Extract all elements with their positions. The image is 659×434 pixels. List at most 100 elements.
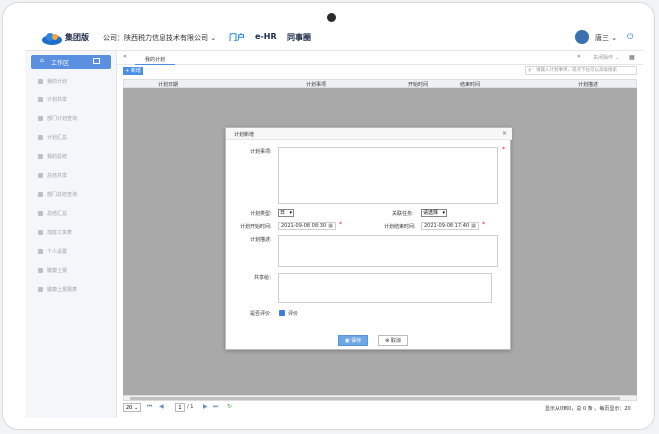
sidebar-item-label: 键康上报报表 (47, 287, 78, 293)
search-icon: ⚲ (528, 68, 532, 74)
save-icon: ▣ (344, 338, 350, 344)
column-header[interactable]: 结束时间 (460, 81, 480, 88)
required-mark: * (482, 221, 485, 228)
end-time-field[interactable]: 2021-09-08 17:40 ▦ (421, 222, 479, 230)
required-mark: * (339, 221, 342, 228)
sidebar-item-label: 我的计划 (47, 79, 68, 85)
sidebar-item-label: 计划汇总 (47, 135, 68, 141)
nav-ehr[interactable]: e-HR (255, 32, 277, 41)
cancel-label: 取消 (390, 338, 401, 344)
nav-portal[interactable]: 门户 (229, 32, 245, 43)
plan-type-label: 计划类型: (250, 211, 272, 217)
page-number-input[interactable]: 1 (175, 403, 185, 412)
user-menu[interactable]: 唐三 ⌄ (595, 33, 617, 43)
evaluate-checkbox-label: 评价 (288, 311, 299, 317)
close-operations-menu[interactable]: 关闭操作 ⌄ (593, 54, 619, 61)
sidebar-item-report-summary[interactable]: 总结汇总 (31, 209, 111, 221)
prev-page-icon[interactable]: ◀ (159, 403, 164, 410)
dialog-title: 计划新增 (234, 132, 255, 138)
sidebar-item-report-share[interactable]: 总结共享 (31, 171, 111, 183)
plan-type-select[interactable]: 日 ▾ (278, 209, 294, 217)
company-name: 陕西税力信息技术有限公司 (124, 34, 208, 42)
related-task-select[interactable]: 请选择 ▾ (421, 209, 447, 217)
sidebar-item-workspace[interactable]: ⌂ 工作区 (31, 55, 111, 69)
home-icon: ⌂ (40, 57, 44, 64)
next-page-icon[interactable]: ▶ (203, 403, 208, 410)
top-header: 集团版 公司：陕西税力信息技术有限公司 ⌄ 门户 e-HR 同事圈 唐三 ⌄ ⏻ (25, 27, 643, 51)
company-prefix: 公司： (103, 34, 124, 42)
sidebar-item-dept-report[interactable]: 部门总结查询 (31, 190, 111, 202)
tab-bar: « 我的计划 » 关闭操作 ⌄ ▦ (117, 51, 643, 65)
share-to-field[interactable] (278, 273, 492, 303)
first-page-icon[interactable]: ⏮ (147, 403, 152, 411)
plan-add-dialog: 计划新增 × 计划事项: * 计划类型: 日 ▾ 关联任务: 请选择 ▾ 计划开始时… (225, 127, 512, 350)
start-time-label: 计划开始时间: (240, 224, 272, 230)
calendar-icon: ▦ (471, 223, 476, 229)
pager-info: 显示从0到0，总 0 条 。每页显示：20 (545, 406, 631, 412)
summary-icon (38, 135, 43, 140)
tab-my-plan[interactable]: 我的计划 (135, 53, 175, 65)
report-icon (38, 154, 43, 159)
health-icon (38, 268, 43, 273)
save-button[interactable]: ▣ 保存 (338, 335, 368, 346)
page-size-select[interactable]: 20 ⌄ (123, 403, 141, 412)
share-icon (38, 97, 43, 102)
add-button[interactable]: + 新增 (123, 67, 143, 75)
sidebar-item-settings[interactable]: 个人设置 (31, 247, 111, 259)
start-time-field[interactable]: 2021-09-08 08:30 ▦ (278, 222, 336, 230)
grid-icon[interactable]: ▦ (629, 54, 635, 61)
chart-icon (38, 287, 43, 292)
plan-item-textarea[interactable] (278, 147, 498, 204)
sidebar-item-overtime[interactable]: 加班工资表 (31, 228, 111, 240)
sidebar-item-my-report[interactable]: 我的总结 (31, 152, 111, 164)
plan-type-value: 日 (280, 210, 286, 216)
sidebar-item-label: 工作区 (51, 60, 70, 67)
close-icon[interactable]: × (502, 130, 507, 137)
description-label: 计划描述: (250, 237, 272, 243)
sidebar-item-label: 键康上报 (47, 268, 68, 274)
sidebar-item-label: 总结共享 (47, 173, 68, 179)
double-chevron-left-icon[interactable]: « (123, 53, 127, 60)
sidebar-item-dept-plan[interactable]: 部门计划查询 (31, 114, 111, 126)
share-to-label: 共享给： (254, 275, 275, 281)
company-selector[interactable]: 公司：陕西税力信息技术有限公司 ⌄ (103, 33, 216, 43)
search-input[interactable]: ⚲ 请输入计划事项、或点下拉可以高级搜索 (525, 66, 637, 75)
sidebar-item-label: 计划共享 (47, 97, 68, 103)
column-header[interactable]: 计划描述 (578, 81, 598, 88)
close-ops-label: 关闭操作 (593, 55, 614, 61)
sidebar-item-plan-share[interactable]: 计划共享 (31, 95, 111, 107)
column-header[interactable]: 开始时间 (408, 81, 428, 88)
grid-toggle-icon[interactable] (93, 58, 100, 64)
horizontal-scrollbar[interactable] (123, 395, 637, 401)
related-task-label: 关联任务: (392, 211, 414, 217)
sidebar-item-label: 总结汇总 (47, 211, 68, 217)
dept-icon (38, 192, 43, 197)
avatar[interactable] (575, 30, 589, 44)
sidebar-item-label: 我的总结 (47, 154, 68, 160)
double-chevron-right-icon[interactable]: » (577, 53, 581, 60)
column-header[interactable]: 计划事项 (306, 81, 326, 88)
chevron-down-icon: ⌄ (210, 34, 217, 42)
dept-icon (38, 116, 43, 121)
column-header[interactable]: 计划日期 (158, 81, 178, 88)
device-frame: 集团版 公司：陕西税力信息技术有限公司 ⌄ 门户 e-HR 同事圈 唐三 ⌄ ⏻… (2, 2, 655, 430)
last-page-icon[interactable]: ⏭ (213, 403, 218, 411)
chevron-down-icon: ▾ (442, 210, 445, 216)
sidebar-item-label: 个人设置 (47, 249, 68, 255)
evaluate-checkbox[interactable] (279, 310, 285, 316)
cancel-button[interactable]: ⊗ 取消 (378, 335, 408, 346)
related-task-value: 请选择 (423, 210, 439, 216)
refresh-icon[interactable]: ↻ (227, 403, 232, 410)
nav-colleagues[interactable]: 同事圈 (287, 32, 311, 43)
sidebar-item-health-report[interactable]: 键康上报 (31, 266, 111, 278)
sidebar-item-my-plan[interactable]: 我的计划 (31, 77, 111, 89)
sidebar-item-plan-summary[interactable]: 计划汇总 (31, 133, 111, 145)
search-placeholder: 请输入计划事项、或点下拉可以高级搜索 (536, 68, 617, 73)
scrollbar-thumb[interactable] (130, 397, 620, 400)
plan-item-label: 计划事项: (250, 149, 272, 155)
evaluate-label: 是否评价: (250, 311, 272, 317)
sidebar-item-health-stats[interactable]: 键康上报报表 (31, 285, 111, 297)
chevron-down-icon: ▾ (289, 210, 292, 216)
description-textarea[interactable] (278, 235, 498, 267)
power-icon[interactable]: ⏻ (627, 32, 633, 42)
